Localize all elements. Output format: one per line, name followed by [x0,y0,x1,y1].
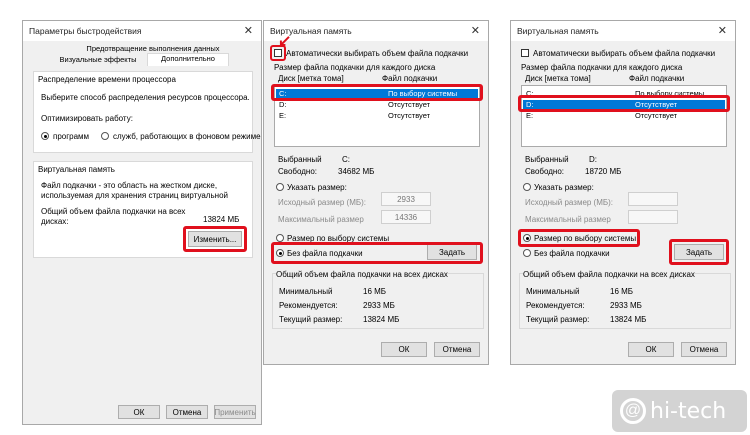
title-bar: Параметры быстродействия ✕ [23,21,261,41]
selected-label: Выбранный [278,155,322,164]
tab-advanced[interactable]: Дополнительно [147,53,229,66]
radio-programs[interactable] [41,132,49,140]
max-size-label: Максимальный размер [525,215,611,224]
free-label: Свободно: [278,167,317,176]
no-file-highlight [271,242,483,264]
list-item[interactable]: D: Отсутствует [276,100,478,110]
selected-value: D: [589,155,597,164]
auto-checkbox-label: Автоматически выбирать объем файла подка… [286,49,469,58]
total-value: 13824 МБ [203,215,240,224]
radio-no-file-label: Без файла подкачки [534,249,610,258]
rec-value: 2933 МБ [363,301,395,310]
free-label: Свободно: [525,167,564,176]
selected-value: C: [342,155,350,164]
hi-tech-watermark: @ hi-tech [612,390,747,432]
ok-button[interactable]: ОК [628,342,674,357]
radio-services-label: служб, работающих в фоновом режиме [113,132,261,141]
radio-no-file[interactable] [523,249,531,257]
max-size-label: Максимальный размер [278,215,364,224]
min-label: Минимальный [526,287,580,296]
col-disk: Диск [метка тома] [525,74,591,83]
title-bar: Виртуальная память ✕ [511,21,735,41]
total-label-line1: Общий объем файла подкачки на всех [41,207,186,216]
total-group-title: Общий объем файла подкачки на всех диска… [276,270,448,279]
max-size-input[interactable] [628,210,678,224]
red-arrow-icon: ↙ [278,33,292,50]
watermark-text: hi-tech [650,398,727,424]
cancel-button[interactable]: Отмена [681,342,727,357]
set-button-highlight [669,239,729,265]
disk-group-title: Размер файла подкачки для каждого диска [274,63,436,72]
min-value: 16 МБ [610,287,634,296]
radio-custom-size[interactable] [276,183,284,191]
total-group-title: Общий объем файла подкачки на всех диска… [523,270,695,279]
selected-label: Выбранный [525,155,569,164]
title-bar: Виртуальная память ✕ [264,21,488,41]
disk-group-title: Размер файла подкачки для каждого диска [521,63,683,72]
apply-button[interactable]: Применить [214,405,256,419]
cur-value: 13824 МБ [610,315,647,324]
cur-value: 13824 МБ [363,315,400,324]
rec-label: Рекомендуется: [279,301,338,310]
free-value: 18720 МБ [585,167,622,176]
ok-button[interactable]: ОК [118,405,160,419]
list-item[interactable]: E: Отсутствует [523,111,725,121]
optimize-label: Оптимизировать работу: [41,114,133,123]
initial-size-label: Исходный размер (МБ): [525,198,614,207]
change-button-highlight [183,226,247,252]
max-size-input[interactable]: 14336 [381,210,431,224]
vm-desc-line2: используемая для хранения страниц виртуа… [41,191,228,200]
cur-label: Текущий размер: [526,315,590,324]
window-title: Виртуальная память [517,26,599,36]
virtual-memory-window-d: Виртуальная память ✕ Автоматически выбир… [510,20,736,365]
col-disk: Диск [метка тома] [278,74,344,83]
radio-custom-size-label: Указать размер: [287,183,347,192]
window-title: Параметры быстродействия [29,26,142,36]
close-icon[interactable]: ✕ [471,24,480,37]
radio-programs-label: программ [53,132,90,141]
radio-custom-size-label: Указать размер: [534,183,594,192]
close-icon[interactable]: ✕ [244,24,253,37]
cur-label: Текущий размер: [279,315,343,324]
initial-size-input[interactable] [628,192,678,206]
cancel-button[interactable]: Отмена [434,342,480,357]
min-label: Минимальный [279,287,333,296]
ok-button[interactable]: ОК [381,342,427,357]
tab-visual-effects[interactable]: Визуальные эффекты [53,55,143,64]
at-sign-icon: @ [620,398,646,424]
system-size-highlight [518,229,640,247]
drive-c-highlight [271,84,483,101]
min-value: 16 МБ [363,287,387,296]
tab-dep[interactable]: Предотвращение выполнения данных [83,44,223,53]
rec-label: Рекомендуется: [526,301,585,310]
col-file: Файл подкачки [629,74,685,83]
drive-d-highlight [518,95,730,112]
total-label-line2: дисках: [41,217,69,226]
vm-desc-line1: Файл подкачки - это область на жестком д… [41,181,218,190]
rec-value: 2933 МБ [610,301,642,310]
initial-size-label: Исходный размер (МБ): [278,198,367,207]
radio-services[interactable] [101,132,109,140]
free-value: 34682 МБ [338,167,375,176]
virtual-memory-window-c: Виртуальная память ✕ Автоматически выбир… [263,20,489,365]
col-file: Файл подкачки [382,74,438,83]
auto-checkbox-label: Автоматически выбирать объем файла подка… [533,49,716,58]
radio-system-size[interactable] [276,234,284,242]
cpu-desc: Выберите способ распределения ресурсов п… [41,93,250,102]
performance-options-window: Параметры быстродействия ✕ Предотвращени… [22,20,262,425]
vm-group-title: Виртуальная память [38,165,115,174]
radio-custom-size[interactable] [523,183,531,191]
cpu-group-title: Распределение времени процессора [38,75,176,84]
initial-size-input[interactable]: 2933 [381,192,431,206]
auto-checkbox[interactable] [521,49,529,57]
close-icon[interactable]: ✕ [718,24,727,37]
cancel-button[interactable]: Отмена [166,405,208,419]
list-item[interactable]: E: Отсутствует [276,111,478,121]
